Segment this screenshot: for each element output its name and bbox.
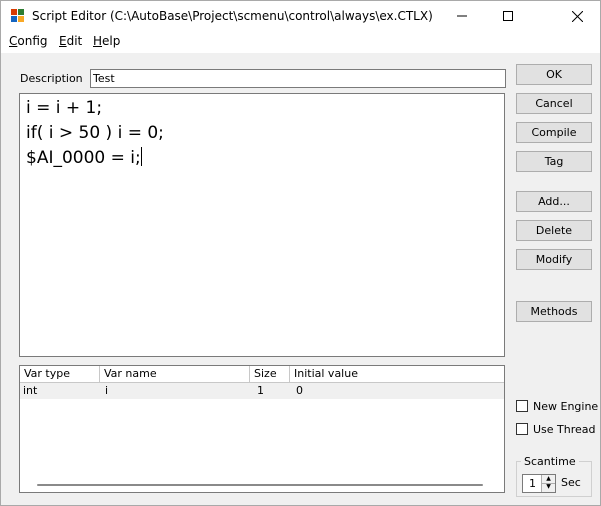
- cell-var-type: int: [23, 384, 38, 397]
- menu-bar: Config Edit Help: [1, 31, 600, 53]
- app-icon: [11, 9, 25, 23]
- column-header-initial-value[interactable]: Initial value: [290, 366, 504, 382]
- cell-var-name: i: [105, 384, 109, 397]
- maximize-button[interactable]: [485, 1, 531, 31]
- menu-config[interactable]: Config: [9, 34, 48, 48]
- description-input[interactable]: Test: [90, 69, 506, 88]
- use-thread-label: Use Thread: [533, 423, 596, 436]
- cancel-button[interactable]: Cancel: [516, 93, 592, 114]
- window-title: Script Editor (C:\AutoBase\Project\scmen…: [32, 9, 433, 23]
- code-line: $AI_0000 = i;: [26, 147, 142, 168]
- code-line: i = i + 1;: [26, 98, 103, 118]
- methods-button[interactable]: Methods: [516, 301, 592, 322]
- column-header-size[interactable]: Size: [250, 366, 290, 382]
- scantime-spinner[interactable]: 1 ▲ ▼: [522, 474, 556, 493]
- column-header-var-name[interactable]: Var name: [100, 366, 250, 382]
- tag-button[interactable]: Tag: [516, 151, 592, 172]
- text-caret: [140, 147, 142, 166]
- scantime-unit: Sec: [561, 476, 581, 489]
- horizontal-scrollbar[interactable]: [21, 476, 503, 492]
- use-thread-checkbox[interactable]: [516, 423, 528, 435]
- scantime-label: Scantime: [521, 455, 579, 468]
- scrollbar-thumb[interactable]: [37, 484, 483, 486]
- cell-initial-value: 0: [296, 384, 303, 397]
- new-engine-checkbox[interactable]: [516, 400, 528, 412]
- scantime-value: 1: [529, 477, 536, 490]
- minimize-button[interactable]: [439, 1, 485, 31]
- new-engine-label: New Engine: [533, 400, 599, 413]
- modify-button[interactable]: Modify: [516, 249, 592, 270]
- cell-size: 1: [257, 384, 264, 397]
- menu-help[interactable]: Help: [93, 34, 120, 48]
- code-line: if( i > 50 ) i = 0;: [26, 123, 164, 143]
- menu-edit[interactable]: Edit: [59, 34, 82, 48]
- column-header-var-type[interactable]: Var type: [20, 366, 100, 382]
- script-editor[interactable]: i = i + 1; if( i > 50 ) i = 0; $AI_0000 …: [19, 93, 505, 357]
- delete-button[interactable]: Delete: [516, 220, 592, 241]
- spinner-down-icon[interactable]: ▼: [542, 483, 555, 491]
- script-editor-window: Script Editor (C:\AutoBase\Project\scmen…: [0, 0, 601, 506]
- spinner-buttons: ▲ ▼: [541, 475, 555, 492]
- minimize-icon: [457, 15, 467, 17]
- title-bar[interactable]: Script Editor (C:\AutoBase\Project\scmen…: [1, 1, 600, 31]
- add-button[interactable]: Add...: [516, 191, 592, 212]
- compile-button[interactable]: Compile: [516, 122, 592, 143]
- close-icon: [571, 10, 583, 22]
- description-label: Description: [20, 72, 83, 85]
- table-header: Var type Var name Size Initial value: [20, 366, 504, 383]
- variables-table[interactable]: Var type Var name Size Initial value int…: [19, 365, 505, 493]
- maximize-icon: [503, 11, 513, 21]
- ok-button[interactable]: OK: [516, 64, 592, 85]
- close-button[interactable]: [554, 1, 600, 31]
- table-row[interactable]: int i 1 0: [20, 383, 504, 399]
